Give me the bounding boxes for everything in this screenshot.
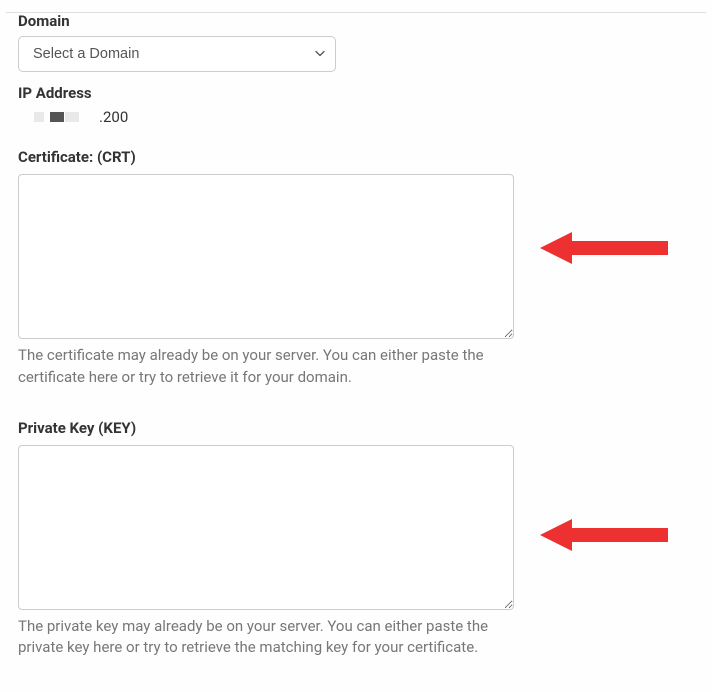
certificate-section: Certificate: (CRT) The certificate may a… — [18, 148, 694, 389]
certificate-helper-text: The certificate may already be on your s… — [18, 345, 514, 389]
ip-address-label: IP Address — [18, 84, 694, 102]
domain-select[interactable]: Select a Domain — [18, 36, 336, 72]
ip-redacted-block — [50, 112, 64, 122]
ip-address-suffix: .200 — [99, 108, 128, 126]
ip-redacted-block — [65, 112, 79, 122]
domain-select-wrap: Select a Domain — [18, 36, 336, 72]
private-key-label: Private Key (KEY) — [18, 419, 694, 437]
private-key-helper-text: The private key may already be on your s… — [18, 616, 514, 660]
ip-address-value-row: .200 — [18, 108, 694, 126]
ip-field-group: IP Address .200 — [18, 84, 694, 126]
domain-label: Domain — [18, 12, 694, 30]
top-divider — [6, 12, 706, 13]
certificate-label: Certificate: (CRT) — [18, 148, 694, 166]
certificate-textarea[interactable] — [18, 174, 514, 339]
private-key-textarea[interactable] — [18, 445, 514, 610]
ip-redacted-block — [34, 112, 44, 122]
domain-field-group: Domain Select a Domain — [18, 12, 694, 72]
private-key-section: Private Key (KEY) The private key may al… — [18, 419, 694, 660]
